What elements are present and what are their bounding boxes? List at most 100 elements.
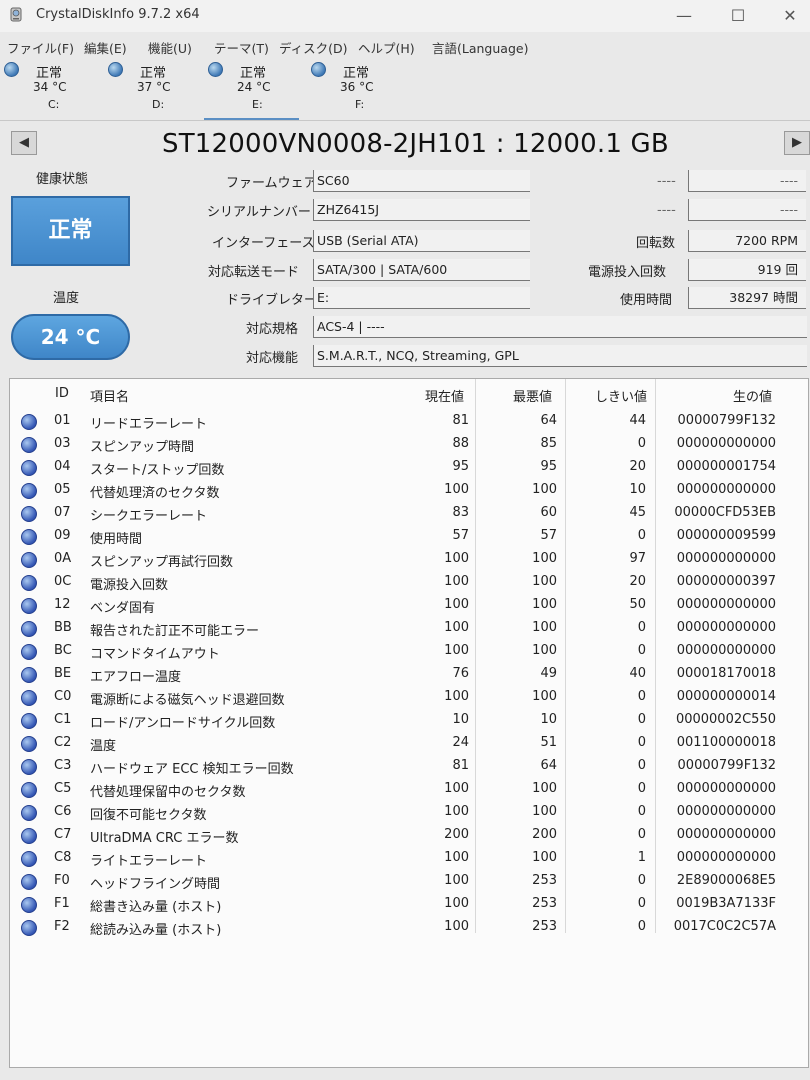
status-dot-icon [21, 460, 37, 476]
attr-name: 代替処理保留中のセクタ数 [90, 785, 246, 800]
table-row[interactable]: C2 温度 24 51 0 001100000018 [10, 732, 808, 755]
status-dot-icon [311, 62, 326, 77]
prev-disk-button[interactable]: ◀ [11, 131, 37, 155]
attr-worst: 100 [532, 689, 557, 704]
table-row[interactable]: C3 ハードウェア ECC 検知エラー回数 81 64 0 00000799F132 [10, 755, 808, 778]
col-worst[interactable]: 最悪値 [513, 386, 552, 405]
table-row[interactable]: 03 スピンアップ時間 88 85 0 000000000000 [10, 433, 808, 456]
attr-worst: 100 [532, 804, 557, 819]
attr-threshold: 0 [637, 804, 646, 819]
attr-current: 100 [444, 551, 469, 566]
features-value: S.M.A.R.T., NCQ, Streaming, GPL [313, 345, 807, 367]
status-dot-icon [21, 828, 37, 844]
table-row[interactable]: 0A スピンアップ再試行回数 100 100 97 000000000000 [10, 548, 808, 571]
table-row[interactable]: 09 使用時間 57 57 0 000000009599 [10, 525, 808, 548]
drive-letter: E: [252, 98, 263, 111]
table-row[interactable]: BC コマンドタイムアウト 100 100 0 000000000000 [10, 640, 808, 663]
attr-worst: 100 [532, 574, 557, 589]
attr-id: C8 [54, 850, 72, 865]
drive-tab-f[interactable]: 正常 36 °C F: [307, 58, 402, 118]
menu-disk[interactable]: ディスク(D) [279, 38, 348, 57]
drive-tab-c[interactable]: 正常 34 °C C: [0, 58, 95, 118]
table-row[interactable]: C5 代替処理保留中のセクタ数 100 100 0 000000000000 [10, 778, 808, 801]
attr-raw: 000000000014 [676, 689, 776, 704]
close-button[interactable]: ✕ [770, 4, 810, 28]
divider [0, 120, 810, 121]
minimize-button[interactable]: — [664, 4, 704, 28]
next-disk-button[interactable]: ▶ [784, 131, 810, 155]
attr-raw: 00000002C550 [675, 712, 776, 727]
disk-model-title: ST12000VN0008-2JH101 : 12000.1 GB [162, 129, 669, 159]
table-row[interactable]: 12 ベンダ固有 100 100 50 000000000000 [10, 594, 808, 617]
interface-value: USB (Serial ATA) [313, 230, 530, 252]
table-row[interactable]: C6 回復不可能セクタ数 100 100 0 000000000000 [10, 801, 808, 824]
attr-threshold: 0 [637, 712, 646, 727]
table-row[interactable]: 04 スタート/ストップ回数 95 95 20 000000001754 [10, 456, 808, 479]
attr-raw: 000000001754 [676, 459, 776, 474]
attr-id: C7 [54, 827, 72, 842]
col-id[interactable]: ID [55, 386, 69, 401]
table-row[interactable]: 07 シークエラーレート 83 60 45 00000CFD53EB [10, 502, 808, 525]
attr-worst: 49 [540, 666, 557, 681]
menu-language[interactable]: 言語(Language) [432, 38, 528, 57]
col-current[interactable]: 現在値 [425, 386, 464, 405]
col-name[interactable]: 項目名 [90, 386, 129, 405]
attr-worst: 253 [532, 919, 557, 934]
attr-current: 100 [444, 620, 469, 635]
attr-current: 100 [444, 482, 469, 497]
table-row[interactable]: C7 UltraDMA CRC エラー数 200 200 0 000000000000 [10, 824, 808, 847]
attr-name: コマンドタイムアウト [90, 647, 220, 662]
attr-raw: 000000000000 [676, 597, 776, 612]
attr-current: 100 [444, 574, 469, 589]
table-row[interactable]: C0 電源断による磁気ヘッド退避回数 100 100 0 000000000014 [10, 686, 808, 709]
attr-name: UltraDMA CRC エラー数 [90, 831, 239, 846]
menu-function[interactable]: 機能(U) [148, 38, 192, 57]
table-row[interactable]: F2 総読み込み量 (ホスト) 100 253 0 0017C0C2C57A [10, 916, 808, 939]
table-row[interactable]: BB 報告された訂正不可能エラー 100 100 0 000000000000 [10, 617, 808, 640]
col-raw[interactable]: 生の値 [733, 386, 772, 405]
maximize-button[interactable]: ☐ [718, 4, 758, 28]
table-row[interactable]: C8 ライトエラーレート 100 100 1 000000000000 [10, 847, 808, 870]
table-row[interactable]: F0 ヘッドフライング時間 100 253 0 2E89000068E5 [10, 870, 808, 893]
status-dot-icon [21, 805, 37, 821]
attr-worst: 95 [540, 459, 557, 474]
attr-raw: 000000009599 [676, 528, 776, 543]
menu-theme[interactable]: テーマ(T) [214, 38, 269, 57]
attr-id: BE [54, 666, 72, 681]
attr-worst: 100 [532, 482, 557, 497]
table-row[interactable]: 05 代替処理済のセクタ数 100 100 10 000000000000 [10, 479, 808, 502]
serial-value: ZHZ6415J [313, 199, 530, 221]
drive-tab-d[interactable]: 正常 37 °C D: [104, 58, 199, 118]
table-row[interactable]: BE エアフロー温度 76 49 40 000018170018 [10, 663, 808, 686]
smart-table[interactable]: ID 項目名 現在値 最悪値 しきい値 生の値 01 リードエラーレート 81 64 4… [9, 378, 809, 1068]
attr-threshold: 0 [637, 620, 646, 635]
attr-name: スピンアップ時間 [90, 440, 195, 455]
attr-threshold: 0 [637, 758, 646, 773]
attr-name: 報告された訂正不可能エラー [90, 624, 260, 639]
attr-threshold: 40 [629, 666, 646, 681]
attr-threshold: 50 [629, 597, 646, 612]
attr-current: 100 [444, 919, 469, 934]
table-row[interactable]: 01 リードエラーレート 81 64 44 00000799F132 [10, 410, 808, 433]
status-dot-icon [21, 598, 37, 614]
menu-edit[interactable]: 編集(E) [84, 38, 127, 57]
menu-file[interactable]: ファイル(F) [7, 38, 74, 57]
drive-temp: 24 °C [237, 80, 271, 94]
status-dot-icon [21, 529, 37, 545]
status-dot-icon [21, 690, 37, 706]
status-dot-icon [21, 782, 37, 798]
menu-help[interactable]: ヘルプ(H) [358, 38, 415, 57]
table-row[interactable]: 0C 電源投入回数 100 100 20 000000000397 [10, 571, 808, 594]
col-threshold[interactable]: しきい値 [595, 386, 647, 405]
health-status-badge[interactable]: 正常 [11, 196, 130, 266]
status-dot-icon [21, 621, 37, 637]
drive-tab-e[interactable]: 正常 24 °C E: [204, 58, 299, 120]
attr-name: ヘッドフライング時間 [90, 877, 221, 892]
table-row[interactable]: F1 総書き込み量 (ホスト) 100 253 0 0019B3A7133F [10, 893, 808, 916]
attr-name: 使用時間 [90, 532, 143, 547]
status-dot-icon [21, 713, 37, 729]
attr-threshold: 10 [629, 482, 646, 497]
table-row[interactable]: C1 ロード/アンロードサイクル回数 10 10 0 00000002C550 [10, 709, 808, 732]
status-dot-icon [21, 874, 37, 890]
attr-raw: 00000799F132 [677, 758, 776, 773]
